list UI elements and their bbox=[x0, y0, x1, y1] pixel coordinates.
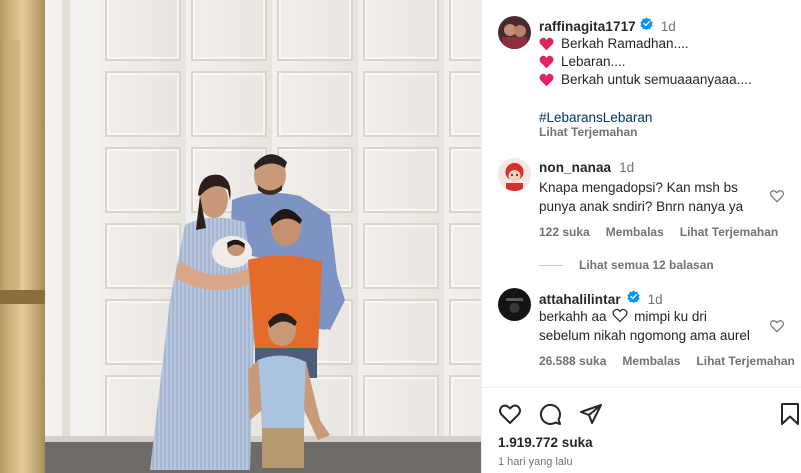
reply-button[interactable]: Membalas bbox=[622, 354, 680, 368]
hashtag-link[interactable]: #LebaransLebaran bbox=[539, 110, 652, 125]
comment-username[interactable]: non_nanaa bbox=[539, 160, 611, 175]
author-username[interactable]: raffinagita1717 bbox=[539, 19, 636, 34]
post-footer: 1.919.772 suka 1 hari yang lalu bbox=[482, 387, 801, 473]
comment-translate-link[interactable]: Lihat Terjemahan bbox=[680, 225, 778, 239]
comment-text-line: berkahh aa mimpi ku dri bbox=[539, 307, 754, 326]
post-details-panel: raffinagita1717 1d Berkah Ramadhan.... L… bbox=[481, 0, 801, 473]
comment-1-meta: 122 suka Membalas Lihat Terjemahan bbox=[539, 225, 778, 239]
likes-count[interactable]: 1.919.772 suka bbox=[498, 435, 593, 450]
comment-translate-link[interactable]: Lihat Terjemahan bbox=[696, 354, 794, 368]
comment-text-line: sebelum nikah ngomong ama aurel bbox=[539, 328, 750, 343]
comment-text-line: Knapa mengadopsi? Kan msh bs bbox=[539, 180, 738, 195]
verified-badge-icon bbox=[640, 17, 653, 35]
family-photo-image bbox=[0, 0, 481, 473]
view-replies-label: Lihat semua 12 balasan bbox=[579, 258, 714, 272]
red-heart-emoji-icon bbox=[539, 55, 554, 68]
comment-like-count[interactable]: 122 suka bbox=[539, 225, 590, 239]
comment-username[interactable]: attahalilintar bbox=[539, 292, 621, 307]
verified-badge-icon bbox=[626, 290, 640, 308]
heart-outline-icon[interactable] bbox=[769, 318, 785, 334]
comment-like-count[interactable]: 26.588 suka bbox=[539, 354, 606, 368]
caption-text: Berkah Ramadhan.... bbox=[561, 36, 689, 51]
post-date[interactable]: 1 hari yang lalu bbox=[498, 456, 573, 468]
caption-text: Lebaran.... bbox=[561, 54, 626, 69]
comment-1-header: non_nanaa 1d bbox=[539, 160, 634, 175]
comment-icon[interactable] bbox=[538, 402, 562, 426]
caption-line-3: Berkah untuk semuaaanyaaa.... bbox=[539, 72, 752, 87]
comment-2-header: attahalilintar 1d bbox=[539, 290, 663, 308]
comment-time[interactable]: 1d bbox=[648, 292, 663, 307]
caption-text: Berkah untuk semuaaanyaaa.... bbox=[561, 72, 752, 87]
heart-outline-icon[interactable] bbox=[498, 402, 522, 426]
post-photo[interactable] bbox=[0, 0, 481, 473]
comments-area[interactable]: raffinagita1717 1d Berkah Ramadhan.... L… bbox=[482, 0, 801, 387]
comment-avatar[interactable] bbox=[498, 158, 531, 191]
comment-text-part: berkahh aa bbox=[539, 309, 607, 324]
caption-line-1: Berkah Ramadhan.... bbox=[539, 36, 689, 51]
author-avatar[interactable] bbox=[498, 16, 531, 49]
caption-translate-link[interactable]: Lihat Terjemahan bbox=[539, 125, 637, 139]
comment-1-text: Knapa mengadopsi? Kan msh bs punya anak … bbox=[539, 178, 754, 216]
share-icon[interactable] bbox=[579, 402, 603, 426]
red-heart-emoji-icon bbox=[539, 73, 554, 86]
white-heart-emoji-icon bbox=[612, 308, 628, 323]
comment-2-text: berkahh aa mimpi ku dri sebelum nikah ng… bbox=[539, 307, 754, 345]
heart-outline-icon[interactable] bbox=[769, 188, 785, 204]
view-replies-button[interactable]: Lihat semua 12 balasan bbox=[539, 258, 714, 272]
comment-time[interactable]: 1d bbox=[619, 160, 634, 175]
comment-text-part: mimpi ku dri bbox=[634, 309, 707, 324]
red-heart-emoji-icon bbox=[539, 37, 554, 50]
comment-avatar[interactable] bbox=[498, 288, 531, 321]
caption-line-2: Lebaran.... bbox=[539, 54, 626, 69]
post-time[interactable]: 1d bbox=[661, 19, 676, 34]
bookmark-icon[interactable] bbox=[778, 402, 801, 426]
author-row: raffinagita1717 1d bbox=[539, 17, 676, 35]
reply-button[interactable]: Membalas bbox=[606, 225, 664, 239]
replies-divider bbox=[539, 264, 563, 266]
comment-text-line: punya anak sndiri? Bnrn nanya ya bbox=[539, 199, 744, 214]
comment-2-meta: 26.588 suka Membalas Lihat Terjemahan bbox=[539, 354, 795, 368]
